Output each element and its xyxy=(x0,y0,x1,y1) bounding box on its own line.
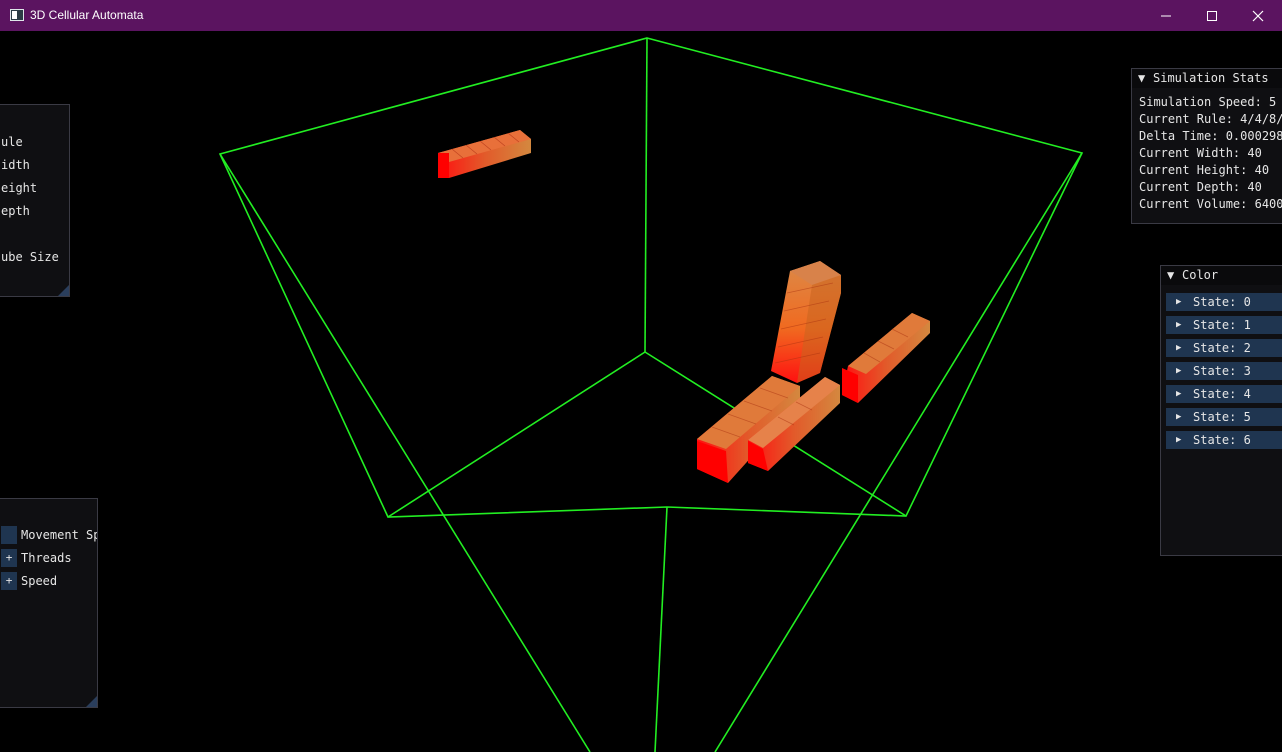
state-5-tree-node[interactable]: ▶ State: 5 xyxy=(1166,408,1282,426)
setting-cube-size-label: ube Size xyxy=(1,250,59,264)
resize-grip[interactable] xyxy=(58,285,69,296)
setting-rule-label: ule xyxy=(1,135,23,149)
expand-arrow-icon: ▶ xyxy=(1176,435,1182,445)
threads-label: Threads xyxy=(21,551,72,565)
minimize-button[interactable] xyxy=(1143,0,1189,31)
collapse-arrow-icon[interactable]: ▼ xyxy=(1138,71,1145,85)
state-3-tree-node[interactable]: ▶ State: 3 xyxy=(1166,362,1282,380)
speed-label: Speed xyxy=(21,574,58,588)
state-2-label: State: 2 xyxy=(1193,341,1251,355)
stat-current-height: Current Height: 40 xyxy=(1139,163,1270,177)
color-panel: ▼ Color ▶ State: 0 ▶ State: 1 ▶ State: 2… xyxy=(1160,265,1282,556)
state-2-tree-node[interactable]: ▶ State: 2 xyxy=(1166,339,1282,357)
stat-current-depth: Current Depth: 40 xyxy=(1139,180,1262,194)
stat-current-rule: Current Rule: 4/4/8/M xyxy=(1139,112,1282,126)
state-6-tree-node[interactable]: ▶ State: 6 xyxy=(1166,431,1282,449)
controls-panel: Movement Sp + Threads + Speed xyxy=(0,498,98,708)
stat-simulation-speed: Simulation Speed: 5 xyxy=(1139,95,1277,109)
cell-cluster-lower xyxy=(697,376,840,483)
state-1-label: State: 1 xyxy=(1193,318,1251,332)
setting-height-label: eight xyxy=(1,181,38,195)
state-3-label: State: 3 xyxy=(1193,364,1251,378)
cell-cluster-column xyxy=(771,261,841,383)
stat-current-volume: Current Volume: 64000 xyxy=(1139,197,1282,211)
simulation-stats-panel: ▼ Simulation Stats Simulation Speed: 5 C… xyxy=(1131,68,1282,224)
expand-arrow-icon: ▶ xyxy=(1176,320,1182,330)
cell-cluster-right xyxy=(842,313,930,403)
color-panel-header[interactable]: ▼ Color xyxy=(1161,266,1282,285)
state-4-label: State: 4 xyxy=(1193,387,1251,401)
movement-speed-label: Movement Sp xyxy=(21,528,98,542)
movement-speed-button[interactable] xyxy=(1,526,17,544)
expand-arrow-icon: ▶ xyxy=(1176,343,1182,353)
speed-increment-button[interactable]: + xyxy=(1,572,17,590)
color-panel-title: Color xyxy=(1182,268,1219,282)
stat-current-width: Current Width: 40 xyxy=(1139,146,1262,160)
cell-cluster-top-left xyxy=(438,130,531,178)
collapse-arrow-icon[interactable]: ▼ xyxy=(1167,268,1174,282)
settings-panel: ule idth eight epth ube Size xyxy=(0,104,70,297)
close-button[interactable] xyxy=(1235,0,1281,31)
expand-arrow-icon: ▶ xyxy=(1176,366,1182,376)
setting-depth-label: epth xyxy=(1,204,30,218)
simulation-viewport[interactable] xyxy=(0,31,1282,752)
stat-delta-time: Delta Time: 0.000298 xyxy=(1139,129,1282,143)
setting-width-label: idth xyxy=(1,158,30,172)
state-5-label: State: 5 xyxy=(1193,410,1251,424)
app-icon xyxy=(10,9,24,21)
maximize-icon xyxy=(1207,10,1217,21)
state-4-tree-node[interactable]: ▶ State: 4 xyxy=(1166,385,1282,403)
bounding-cube-wireframe xyxy=(218,37,1084,752)
stats-panel-title: Simulation Stats xyxy=(1153,71,1269,85)
expand-arrow-icon: ▶ xyxy=(1176,389,1182,399)
state-0-label: State: 0 xyxy=(1193,295,1251,309)
state-1-tree-node[interactable]: ▶ State: 1 xyxy=(1166,316,1282,334)
resize-grip[interactable] xyxy=(86,696,97,707)
state-0-tree-node[interactable]: ▶ State: 0 xyxy=(1166,293,1282,311)
window-title: 3D Cellular Automata xyxy=(30,8,144,22)
close-icon xyxy=(1252,10,1264,21)
threads-increment-button[interactable]: + xyxy=(1,549,17,567)
title-bar: 3D Cellular Automata xyxy=(0,0,1282,31)
stats-panel-header[interactable]: ▼ Simulation Stats xyxy=(1132,69,1282,88)
maximize-button[interactable] xyxy=(1189,0,1235,31)
expand-arrow-icon: ▶ xyxy=(1176,412,1182,422)
state-6-label: State: 6 xyxy=(1193,433,1251,447)
expand-arrow-icon: ▶ xyxy=(1176,297,1182,307)
minimize-icon xyxy=(1161,15,1171,16)
